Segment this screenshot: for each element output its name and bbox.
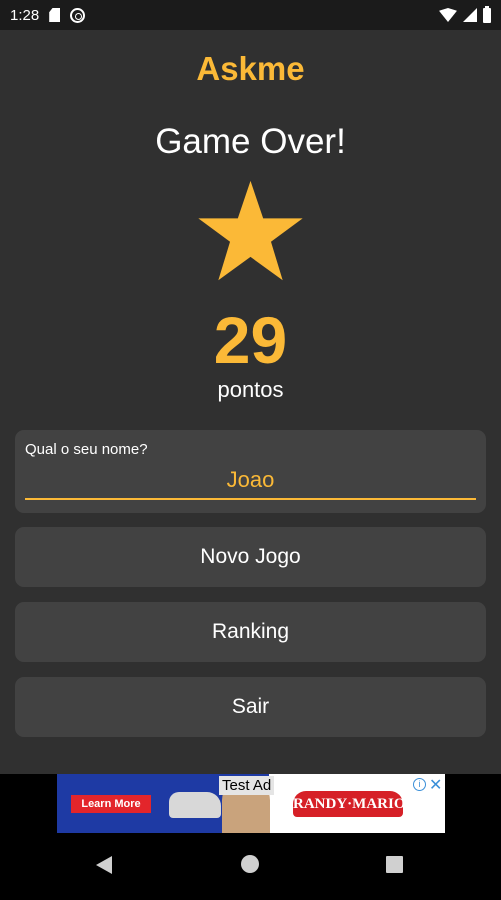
sync-icon: [70, 7, 86, 23]
ad-info-icon[interactable]: i: [413, 778, 426, 791]
score-unit-label: pontos: [217, 377, 284, 402]
ranking-button[interactable]: Ranking: [15, 602, 486, 662]
status-right: [439, 5, 491, 23]
app-title: Askme: [196, 50, 305, 87]
exit-button[interactable]: Sair: [15, 677, 486, 737]
score-value: 29: [213, 303, 288, 377]
battery-icon: [483, 5, 491, 23]
home-icon[interactable]: [241, 855, 259, 873]
player-name-input[interactable]: [25, 462, 476, 500]
sd-card-icon: [49, 8, 61, 22]
recents-icon[interactable]: [386, 856, 403, 873]
player-name-field: Qual o seu nome?: [15, 430, 486, 513]
ad-learn-more-button[interactable]: Learn More: [71, 795, 151, 813]
status-left: 1:28: [10, 6, 86, 24]
navigation-bar: [0, 836, 501, 900]
wifi-icon: [439, 8, 457, 22]
ad-banner[interactable]: Learn More Test Ad RANDY·MARION i ✕: [57, 774, 445, 833]
ad-brand-logo: RANDY·MARION: [293, 791, 416, 817]
star-icon: [198, 180, 303, 281]
back-icon[interactable]: [96, 856, 112, 874]
signal-icon: [463, 8, 477, 22]
status-time: 1:28: [10, 6, 40, 24]
game-over-heading: Game Over!: [155, 122, 346, 161]
ad-car-image: [169, 792, 221, 818]
new-game-button[interactable]: Novo Jogo: [15, 527, 486, 587]
ad-close-icon[interactable]: ✕: [429, 775, 442, 795]
ad-area: Learn More Test Ad RANDY·MARION i ✕: [0, 774, 501, 836]
status-bar: 1:28: [0, 0, 501, 30]
game-over-screen: Askme Game Over! 29 pontos Qual o seu no…: [0, 30, 501, 774]
player-name-label: Qual o seu nome?: [25, 441, 148, 458]
ad-test-label: Test Ad: [219, 776, 275, 795]
